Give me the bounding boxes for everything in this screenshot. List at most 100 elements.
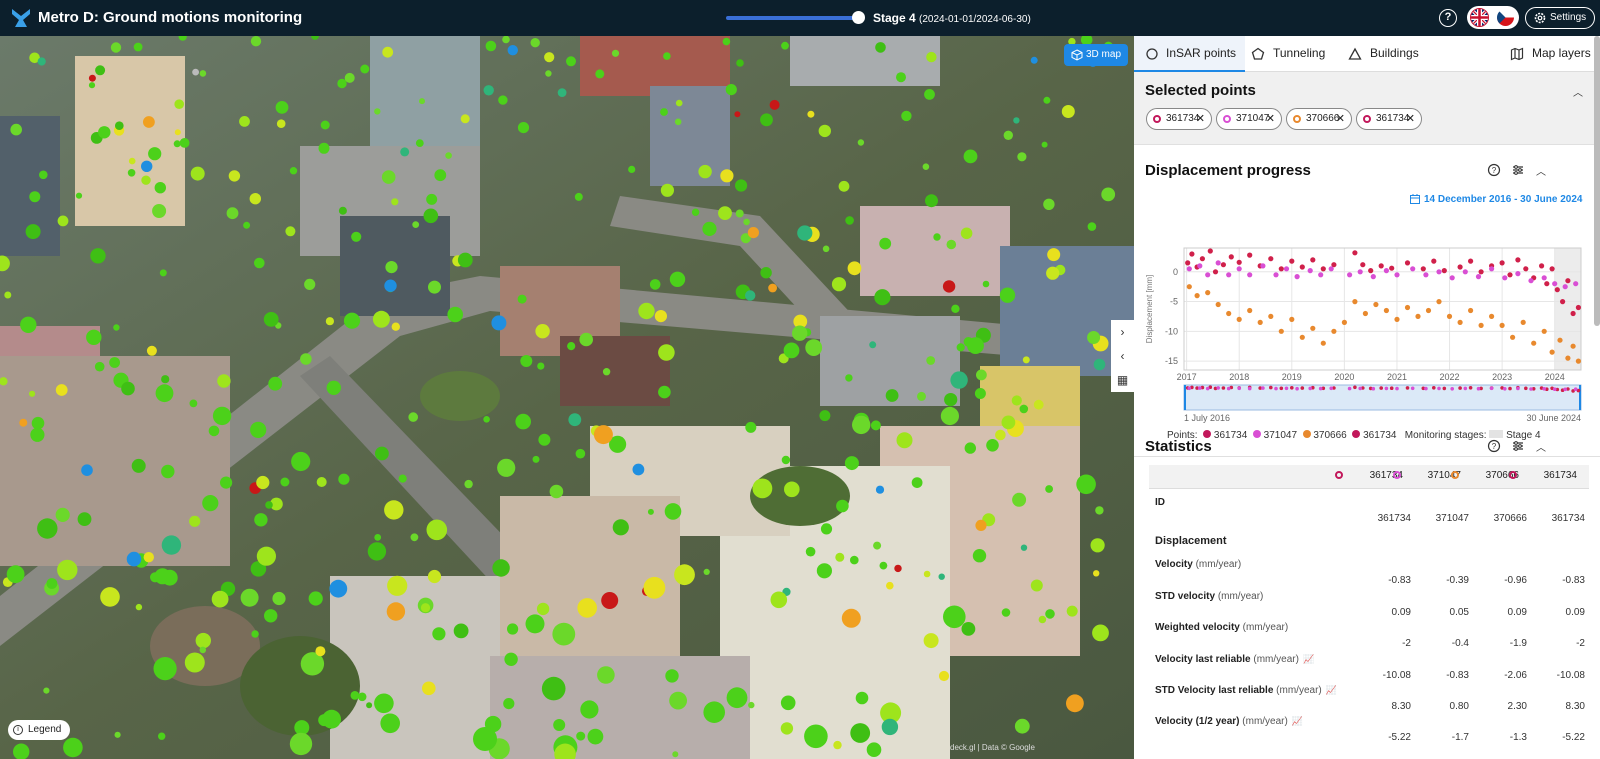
data-point-361734[interactable] (1560, 299, 1566, 305)
insar-point[interactable] (20, 316, 37, 333)
insar-point[interactable] (30, 427, 45, 442)
data-point-371047[interactable] (1449, 275, 1455, 281)
insar-point[interactable] (768, 283, 777, 293)
data-point-370666[interactable] (1186, 284, 1192, 290)
insar-point[interactable] (961, 622, 976, 636)
insar-point[interactable] (410, 533, 419, 542)
data-point-361734[interactable] (1278, 266, 1284, 272)
data-point-361734[interactable] (1207, 248, 1213, 254)
insar-point[interactable] (263, 312, 279, 327)
insar-point[interactable] (199, 70, 207, 77)
help-icon[interactable]: ? (1487, 439, 1501, 453)
insar-point[interactable] (964, 442, 976, 454)
data-point-371047[interactable] (1307, 268, 1313, 274)
insar-point[interactable] (453, 623, 469, 639)
insar-point[interactable] (275, 101, 289, 114)
legend-point-label[interactable]: 370666 (1313, 430, 1346, 441)
insar-point[interactable] (703, 568, 710, 576)
insar-point[interactable] (152, 204, 167, 218)
data-point-370666[interactable] (1257, 319, 1263, 325)
insar-point[interactable] (658, 344, 675, 361)
insar-point[interactable] (63, 737, 83, 758)
data-point-370666[interactable] (1215, 301, 1221, 308)
insar-point[interactable] (77, 512, 92, 526)
insar-point[interactable] (100, 587, 120, 607)
settings-button[interactable]: Settings (1525, 7, 1595, 29)
insar-point[interactable] (643, 576, 666, 599)
insar-point[interactable] (537, 362, 545, 370)
insar-point[interactable] (836, 499, 849, 513)
insar-point[interactable] (557, 88, 567, 97)
insar-point[interactable] (391, 198, 399, 206)
insar-point[interactable] (398, 474, 407, 483)
data-point-371047[interactable] (1541, 275, 1547, 281)
insar-point[interactable] (901, 110, 912, 122)
data-point-370666[interactable] (1310, 325, 1316, 331)
data-point-371047[interactable] (1562, 284, 1568, 290)
insar-point[interactable] (1019, 404, 1029, 414)
insar-point[interactable] (1045, 485, 1053, 493)
insar-point[interactable] (380, 713, 401, 734)
insar-point[interactable] (875, 485, 885, 494)
insar-point[interactable] (240, 588, 259, 607)
insar-point[interactable] (239, 116, 250, 127)
insar-point[interactable] (485, 40, 497, 52)
insar-point[interactable] (98, 126, 111, 139)
insar-point[interactable] (133, 42, 143, 52)
insar-point[interactable] (280, 477, 290, 487)
data-point-370666[interactable] (1549, 349, 1555, 355)
chart-icon[interactable]: 📈 (1303, 654, 1314, 665)
insar-point[interactable] (734, 111, 741, 118)
insar-point[interactable] (1087, 222, 1097, 231)
insar-point[interactable] (654, 310, 668, 323)
insar-point[interactable] (784, 481, 800, 498)
insar-point[interactable] (819, 410, 831, 422)
stage-slider-handle[interactable] (852, 11, 865, 24)
insar-point[interactable] (1012, 492, 1027, 507)
data-point-361734[interactable] (1247, 252, 1253, 258)
data-point-370666[interactable] (1373, 301, 1379, 308)
insar-point[interactable] (375, 446, 389, 461)
data-point-371047[interactable] (1247, 272, 1253, 278)
data-point-371047[interactable] (1347, 272, 1353, 278)
insar-point[interactable] (718, 206, 732, 221)
insar-point[interactable] (350, 691, 360, 700)
insar-point[interactable] (343, 312, 361, 329)
insar-point[interactable] (374, 108, 381, 115)
data-point-371047[interactable] (1383, 268, 1389, 274)
insar-point[interactable] (10, 123, 22, 136)
insar-point[interactable] (154, 182, 166, 194)
data-point-361734[interactable] (1299, 264, 1305, 270)
insar-point[interactable] (384, 279, 397, 292)
insar-point[interactable] (698, 164, 712, 179)
insar-point[interactable] (552, 622, 576, 646)
data-point-371047[interactable] (1197, 263, 1203, 269)
cz-flag-icon[interactable] (1497, 9, 1514, 26)
insar-point[interactable] (1038, 615, 1047, 624)
insar-point[interactable] (1041, 141, 1048, 148)
insar-point[interactable] (847, 261, 862, 276)
insar-point[interactable] (55, 507, 70, 522)
data-point-371047[interactable] (1260, 263, 1266, 269)
insar-point[interactable] (25, 224, 41, 240)
insar-point[interactable] (419, 98, 425, 105)
insar-point[interactable] (593, 425, 613, 445)
insar-point[interactable] (963, 337, 974, 347)
insar-point[interactable] (1030, 56, 1038, 64)
data-point-371047[interactable] (1475, 274, 1482, 280)
insar-point[interactable] (256, 475, 270, 490)
insar-point[interactable] (665, 669, 679, 683)
insar-point[interactable] (567, 342, 576, 351)
insar-point[interactable] (748, 701, 755, 709)
insar-point[interactable] (276, 119, 286, 128)
insar-point[interactable] (1066, 605, 1078, 617)
insar-point[interactable] (189, 399, 198, 408)
data-point-370666[interactable] (1194, 293, 1200, 299)
insar-point[interactable] (820, 523, 833, 535)
insar-point[interactable] (745, 290, 756, 301)
data-point-361734[interactable] (1310, 257, 1316, 263)
data-point-371047[interactable] (1370, 274, 1376, 280)
insar-point[interactable] (553, 719, 566, 731)
insar-point[interactable] (256, 546, 276, 566)
insar-point[interactable] (879, 237, 892, 250)
